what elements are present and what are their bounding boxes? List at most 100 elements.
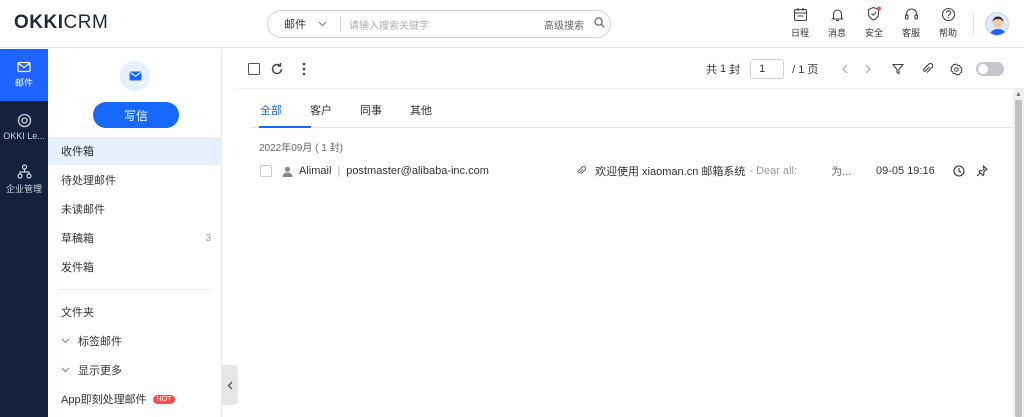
mail-category-tabs: 全部 客户 同事 其他 bbox=[260, 98, 460, 128]
user-icon bbox=[282, 166, 293, 177]
folder-unread[interactable]: 未读邮件 bbox=[48, 195, 222, 223]
tab-active-indicator bbox=[259, 126, 311, 128]
left-nav: 邮件 OKKI Le... 企业管理 bbox=[0, 49, 48, 417]
view-toggle[interactable] bbox=[976, 62, 1004, 76]
select-all-checkbox[interactable] bbox=[246, 61, 262, 77]
mail-badge-icon bbox=[120, 61, 150, 91]
folder-app-process[interactable]: App即刻处理邮件 HOT bbox=[48, 385, 222, 413]
sender-address: postmaster@alibaba-inc.com bbox=[346, 165, 489, 177]
chevron-down-icon bbox=[61, 336, 70, 346]
nav-item-mail-label: 邮件 bbox=[14, 78, 33, 88]
folder-sent-label: 发件箱 bbox=[61, 262, 94, 274]
attachment-icon bbox=[577, 166, 586, 175]
sender-separator: | bbox=[337, 165, 341, 177]
folder-unread-label: 未读邮件 bbox=[61, 204, 105, 216]
folder-tagged[interactable]: 标签邮件 bbox=[48, 327, 222, 355]
row-checkbox[interactable] bbox=[260, 165, 272, 177]
next-page-icon[interactable] bbox=[860, 61, 876, 77]
target-icon bbox=[17, 113, 31, 128]
search-scope-label: 邮件 bbox=[284, 19, 306, 31]
subject-preview: - Dear all: bbox=[749, 165, 798, 177]
calendar-label: 日程 bbox=[790, 28, 809, 38]
collapse-panel-button[interactable] bbox=[222, 365, 238, 405]
calendar-tool[interactable]: 日程 bbox=[785, 6, 815, 39]
settings-icon[interactable] bbox=[948, 61, 964, 77]
total-prefix: 共 bbox=[706, 64, 717, 76]
folder-panel: 写信 收件箱 待处理邮件 未读邮件 草稿箱 3 发件箱 文件夹 标签邮件 显示更… bbox=[48, 49, 222, 417]
tab-all[interactable]: 全部 bbox=[260, 98, 282, 128]
logo-text-okki: OKKI bbox=[14, 12, 64, 33]
folder-app-process-label: App即刻处理邮件 bbox=[61, 394, 147, 406]
drafts-count: 3 bbox=[205, 232, 211, 244]
help-icon bbox=[940, 6, 956, 22]
support-label: 客服 bbox=[901, 28, 920, 38]
shield-icon bbox=[866, 6, 882, 22]
pin-icon[interactable] bbox=[976, 165, 988, 177]
help-label: 帮助 bbox=[938, 28, 957, 38]
folder-pending[interactable]: 待处理邮件 bbox=[48, 166, 222, 194]
mail-group-header: 2022年09月 ( 1 封) bbox=[259, 143, 343, 154]
chevron-down-icon bbox=[318, 19, 327, 29]
security-tool[interactable]: 安全 bbox=[859, 6, 889, 39]
logo-text-crm: CRM bbox=[63, 12, 109, 33]
search-scope-select[interactable]: 邮件 bbox=[268, 16, 340, 32]
sender-name: Alimail bbox=[299, 165, 332, 177]
folder-divider bbox=[58, 289, 211, 290]
attachment-filter-icon[interactable] bbox=[919, 61, 935, 77]
avatar[interactable] bbox=[985, 12, 1009, 36]
page-total: / 1 页 bbox=[792, 64, 819, 76]
folder-header[interactable]: 文件夹 bbox=[48, 298, 222, 326]
support-tool[interactable]: 客服 bbox=[896, 6, 926, 39]
nav-item-enterprise-label: 企业管理 bbox=[5, 183, 42, 194]
tab-colleagues[interactable]: 同事 bbox=[360, 98, 382, 128]
folder-drafts-label: 草稿箱 bbox=[61, 233, 94, 245]
tab-customers[interactable]: 客户 bbox=[310, 98, 332, 128]
toolbar-divider bbox=[973, 14, 974, 34]
filter-icon[interactable] bbox=[890, 61, 906, 77]
show-more-label: 显示更多 bbox=[78, 365, 122, 377]
hot-badge: HOT bbox=[152, 394, 176, 404]
nav-item-enterprise[interactable]: 企业管理 bbox=[0, 153, 48, 205]
table-row[interactable]: Alimail | postmaster@alibaba-inc.com 欢迎使… bbox=[250, 158, 1003, 184]
tab-divider bbox=[250, 127, 1013, 128]
folder-inbox-label: 收件箱 bbox=[61, 146, 94, 158]
top-bar: OKKICRM 邮件 请输入搜索关键字 高级搜索 日程 消息 安全 客服 帮助 bbox=[0, 0, 1024, 48]
calendar-icon bbox=[792, 6, 808, 22]
show-more-toggle[interactable]: 显示更多 bbox=[48, 356, 222, 384]
folder-sent[interactable]: 发件箱 bbox=[48, 253, 222, 281]
folder-pending-label: 待处理邮件 bbox=[61, 175, 116, 187]
search-bar[interactable]: 邮件 请输入搜索关键字 高级搜索 bbox=[267, 10, 611, 38]
subject-truncated: 为... bbox=[831, 166, 852, 178]
scroll-up-arrow-icon[interactable]: ▲ bbox=[1013, 89, 1024, 99]
nav-item-okki-leads[interactable]: OKKI Le... bbox=[0, 101, 48, 153]
headset-icon bbox=[903, 6, 919, 22]
folder-drafts[interactable]: 草稿箱 3 bbox=[48, 224, 222, 252]
mail-icon bbox=[17, 61, 31, 73]
folder-header-label: 文件夹 bbox=[61, 307, 94, 319]
help-tool[interactable]: 帮助 bbox=[933, 6, 963, 39]
refresh-icon[interactable] bbox=[269, 61, 285, 77]
search-icon[interactable] bbox=[588, 17, 610, 31]
compose-button[interactable]: 写信 bbox=[93, 102, 179, 128]
prev-page-icon[interactable] bbox=[836, 61, 852, 77]
messages-tool[interactable]: 消息 bbox=[822, 6, 852, 39]
page-input[interactable]: 1 bbox=[750, 59, 785, 79]
tab-other[interactable]: 其他 bbox=[410, 98, 432, 128]
clock-icon[interactable] bbox=[953, 165, 965, 177]
row-subject: 欢迎使用 xiaoman.cn 邮箱系统 - Dear all: 为... bbox=[576, 163, 851, 179]
total-suffix: 封 bbox=[729, 64, 741, 76]
security-label: 安全 bbox=[864, 28, 883, 38]
pagination: 共 1 封 1 / 1 页 bbox=[706, 59, 818, 79]
nav-item-mail[interactable]: 邮件 bbox=[0, 49, 48, 101]
subject-text: 欢迎使用 xiaoman.cn 邮箱系统 bbox=[595, 166, 746, 178]
row-time: 09-05 19:16 bbox=[876, 165, 935, 177]
nav-item-okki-leads-label: OKKI Le... bbox=[3, 131, 45, 141]
scrollbar-thumb[interactable] bbox=[1015, 100, 1022, 417]
messages-label: 消息 bbox=[827, 28, 846, 38]
more-vertical-icon[interactable] bbox=[296, 61, 312, 77]
app-logo[interactable]: OKKICRM bbox=[14, 12, 108, 34]
search-input[interactable]: 请输入搜索关键字 bbox=[341, 17, 544, 32]
folder-inbox[interactable]: 收件箱 bbox=[48, 137, 222, 165]
mail-toolbar: 共 1 封 1 / 1 页 bbox=[238, 49, 1024, 89]
advanced-search-link[interactable]: 高级搜索 bbox=[544, 17, 588, 32]
